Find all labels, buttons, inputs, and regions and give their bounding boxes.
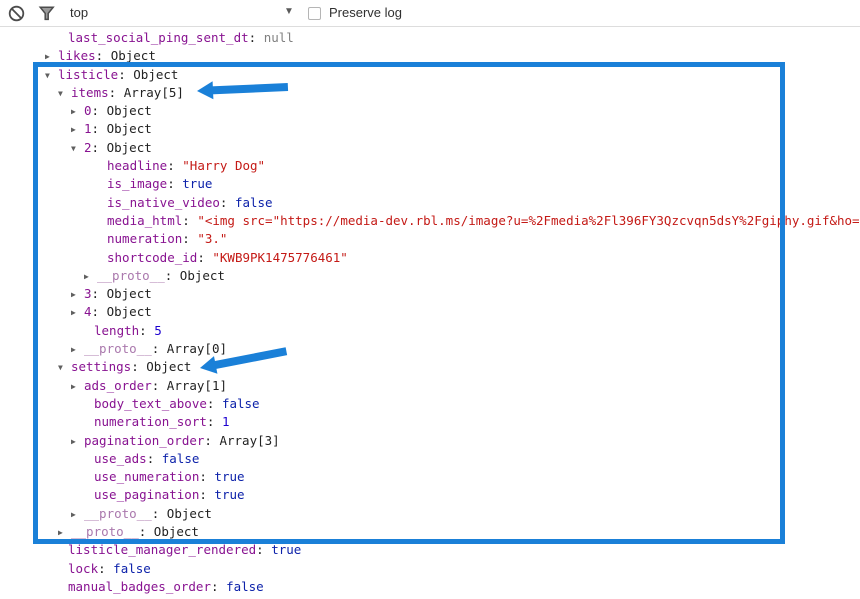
property-key: lock: [68, 561, 98, 576]
tree-row: manual_badges_order: false: [0, 578, 860, 596]
filter-funnel-icon[interactable]: [38, 6, 56, 26]
preserve-log-label: Preserve log: [329, 5, 402, 20]
key-value-separator: :: [211, 579, 226, 594]
preserve-log-checkbox[interactable]: [308, 7, 321, 20]
tree-row: lock: false: [0, 560, 860, 578]
annotation-rectangle: [33, 62, 785, 544]
property-value: null: [264, 30, 294, 45]
key-value-separator: :: [98, 561, 113, 576]
tree-row: listicle_manager_rendered: true: [0, 541, 860, 559]
tree-row: last_social_ping_sent_dt: null: [0, 29, 860, 47]
property-value: false: [226, 579, 264, 594]
property-value: true: [271, 542, 301, 557]
key-value-separator: :: [256, 542, 271, 557]
property-key: listicle_manager_rendered: [68, 542, 256, 557]
clear-console-icon[interactable]: [8, 5, 25, 27]
key-value-separator: :: [249, 30, 264, 45]
execution-context-selector[interactable]: top: [70, 5, 88, 20]
chevron-down-icon[interactable]: ▼: [284, 6, 294, 17]
property-value: false: [113, 561, 151, 576]
property-key: manual_badges_order: [68, 579, 211, 594]
console-toolbar: top ▼ Preserve log: [0, 0, 860, 27]
property-key: last_social_ping_sent_dt: [68, 30, 249, 45]
arrow-tail: [211, 83, 288, 94]
devtools-console-panel: { "toolbar": { "clear_icon": "ban-circle…: [0, 0, 860, 599]
